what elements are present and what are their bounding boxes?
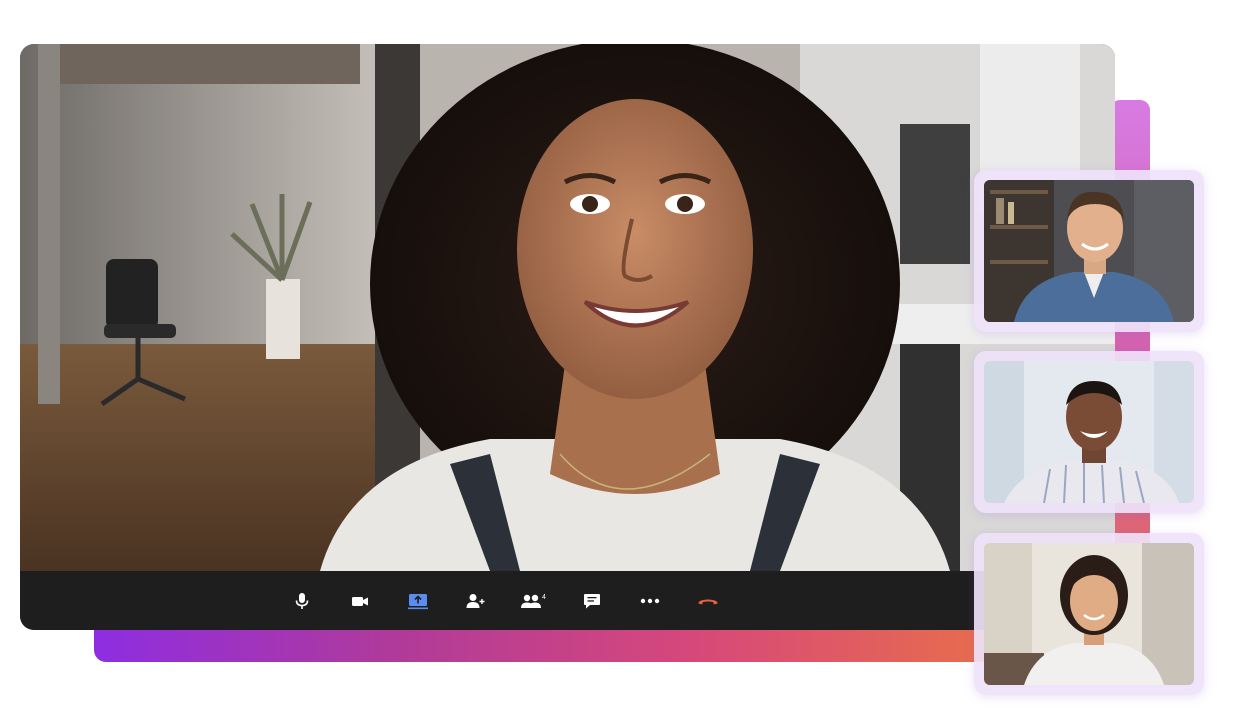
end-call-button[interactable] [679, 581, 737, 621]
main-speaker-video [20, 44, 1115, 571]
more-options-button[interactable] [621, 581, 679, 621]
microphone-icon [295, 592, 308, 609]
video-call-window: 4 [20, 44, 1115, 630]
participant-tile[interactable] [974, 533, 1204, 695]
participant-video-image [984, 180, 1194, 322]
call-controls: 4 [273, 581, 737, 621]
people-icon: 4 [520, 594, 546, 608]
chat-button[interactable] [563, 581, 621, 621]
main-speaker-video-image [20, 44, 1115, 571]
add-person-icon [466, 593, 484, 608]
more-dots-icon [640, 598, 659, 603]
participant-video-image [984, 543, 1194, 685]
participant-tile[interactable] [974, 351, 1204, 513]
add-participant-button[interactable] [447, 581, 505, 621]
participant-tiles [974, 170, 1206, 700]
participants-button[interactable]: 4 [505, 581, 563, 621]
participant-video [984, 361, 1194, 503]
hang-up-icon [697, 599, 718, 604]
call-control-bar: 4 [20, 571, 1115, 630]
video-camera-icon [351, 596, 368, 606]
participant-tile[interactable] [974, 170, 1204, 332]
participant-video [984, 543, 1194, 685]
camera-button[interactable] [331, 581, 389, 621]
share-screen-icon [407, 593, 428, 609]
share-screen-button[interactable] [389, 581, 447, 621]
participants-count-badge: 4 [542, 594, 546, 601]
participant-video-image [984, 361, 1194, 503]
chat-bubble-icon [583, 593, 600, 608]
participant-video [984, 180, 1194, 322]
microphone-button[interactable] [273, 581, 331, 621]
